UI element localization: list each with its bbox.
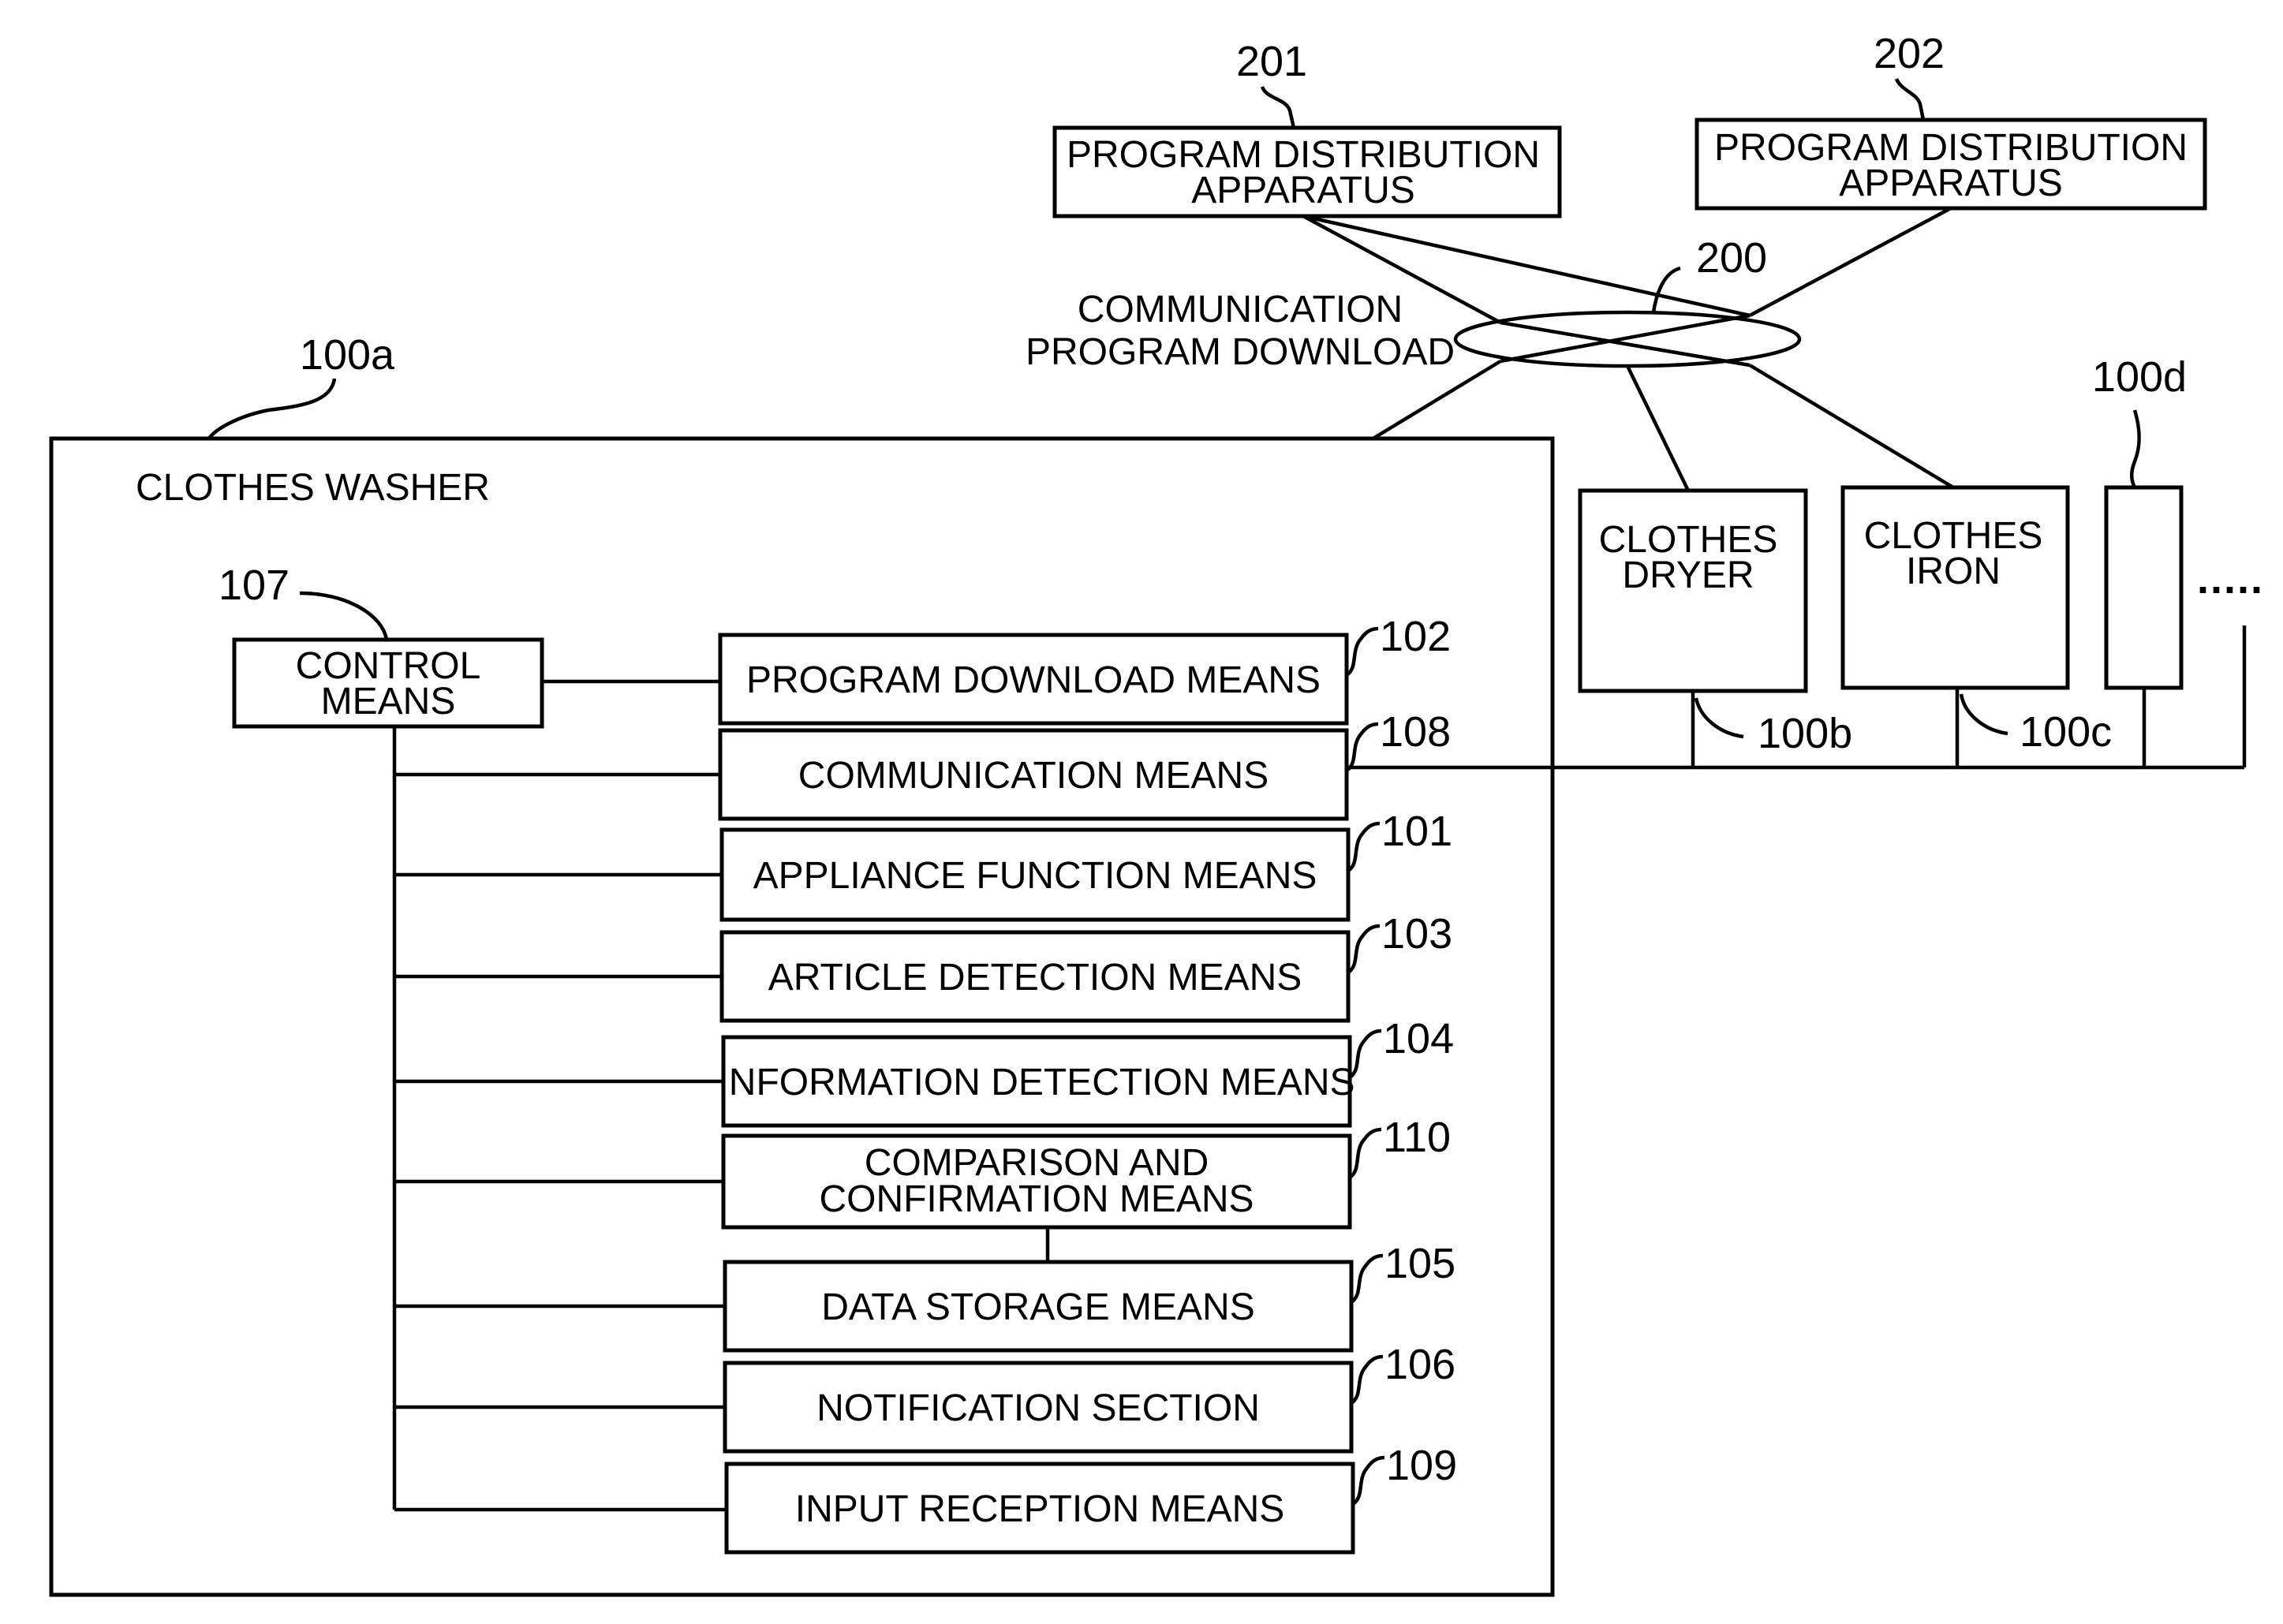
ref-100b: 100b <box>1758 710 1852 757</box>
appliance-function-means-label: APPLIANCE FUNCTION MEANS <box>753 855 1317 897</box>
clothes-washer-100a: CLOTHES WASHER 100a CONTROL MEANS 107 PR… <box>49 331 1555 1597</box>
ref-100d: 100d <box>2092 353 2187 401</box>
control-means-label-line2: MEANS <box>321 681 456 722</box>
system-block-diagram: PROGRAM DISTRIBUTION APPARATUS 201 PROGR… <box>49 30 2264 1597</box>
ref-100a: 100a <box>300 331 395 379</box>
leader-100c <box>1959 693 2008 736</box>
notification-section-label: NOTIFICATION SECTION <box>816 1387 1260 1429</box>
ref-202: 202 <box>1874 30 1945 77</box>
ref-200: 200 <box>1696 234 1767 282</box>
input-reception-means-label: INPUT RECEPTION MEANS <box>795 1488 1285 1530</box>
ref-109: 109 <box>1386 1442 1457 1489</box>
appliance-100d-box <box>2104 485 2184 690</box>
ref-107: 107 <box>219 562 290 609</box>
ref-102: 102 <box>1380 613 1451 660</box>
leader-202 <box>1894 77 1926 121</box>
leader-100a <box>207 378 337 440</box>
program-distribution-apparatus-202: PROGRAM DISTRIBUTION APPARATUS 202 <box>1695 30 2207 211</box>
ref-201: 201 <box>1236 38 1307 85</box>
link-network-to-iron <box>1748 364 1955 489</box>
ref-105: 105 <box>1384 1240 1455 1287</box>
ref-100c: 100c <box>2020 708 2112 756</box>
leader-100b <box>1694 697 1744 739</box>
network-label-line1: COMMUNICATION <box>1078 289 1403 330</box>
leader-100d <box>2130 409 2141 489</box>
information-detection-means-label: INFORMATION DETECTION MEANS <box>718 1062 1354 1103</box>
appliance-100d: 100d ..... <box>2092 353 2264 690</box>
iron-label-line2: IRON <box>1906 551 2001 592</box>
more-appliances-ellipsis: ..... <box>2197 555 2264 603</box>
communication-means-label: COMMUNICATION MEANS <box>798 755 1269 797</box>
program-distribution-apparatus-201: PROGRAM DISTRIBUTION APPARATUS 201 <box>1052 38 1562 218</box>
leader-201 <box>1260 85 1296 129</box>
dryer-label-line2: DRYER <box>1622 554 1754 596</box>
data-storage-means-label: DATA STORAGE MEANS <box>821 1286 1254 1328</box>
leader-200 <box>1651 266 1681 313</box>
network-label-line2: PROGRAM DOWNLOAD <box>1026 331 1455 373</box>
ref-108: 108 <box>1380 708 1451 756</box>
ref-110: 110 <box>1383 1114 1451 1161</box>
ref-101: 101 <box>1381 808 1452 855</box>
apparatus-201-label-line2: APPARATUS <box>1191 170 1415 211</box>
clothes-dryer-100b: CLOTHES DRYER 100b <box>1578 488 1852 757</box>
ref-104: 104 <box>1383 1015 1454 1062</box>
article-detection-means-label: ARTICLE DETECTION MEANS <box>768 957 1302 999</box>
program-download-means-label: PROGRAM DOWNLOAD MEANS <box>746 659 1321 701</box>
comparison-and-confirmation-means-label-line2: CONFIRMATION MEANS <box>819 1178 1254 1220</box>
link-202-to-network <box>1748 207 1952 317</box>
network-cross-b <box>1500 313 1751 364</box>
network-cross-a <box>1500 320 1751 368</box>
ref-103: 103 <box>1381 910 1452 958</box>
link-network-to-dryer <box>1625 365 1691 491</box>
ref-106: 106 <box>1384 1341 1455 1388</box>
washer-title: CLOTHES WASHER <box>136 467 490 509</box>
apparatus-202-label-line2: APPARATUS <box>1839 162 2063 204</box>
clothes-iron-100c: CLOTHES IRON 100c <box>1840 485 2112 756</box>
